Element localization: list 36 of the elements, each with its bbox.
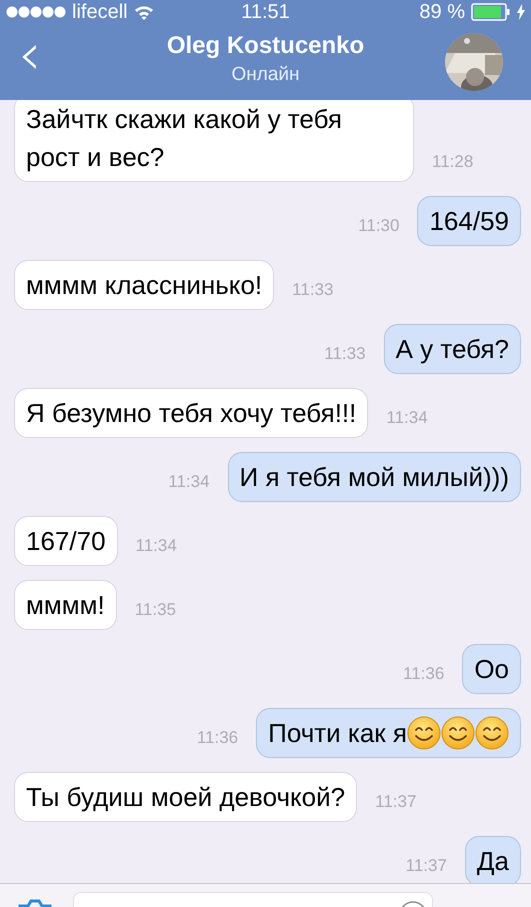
message-time: 11:34 — [168, 472, 210, 493]
back-button[interactable]: ‹ — [0, 25, 42, 83]
message-bubble: Ты будиш моей девочкой? — [14, 772, 358, 822]
contact-name: Oleg Kostucenko — [166, 32, 364, 60]
smiley-icon — [441, 716, 475, 750]
message-bubble: Оо — [462, 644, 521, 694]
smiley-icon — [407, 716, 441, 750]
message-time: 11:36 — [196, 728, 238, 749]
message-time: 11:34 — [136, 536, 177, 557]
message-time: 11:34 — [386, 408, 428, 429]
battery-icon — [471, 3, 511, 21]
charging-icon — [517, 4, 525, 20]
wifi-icon — [134, 4, 154, 20]
message-time: 11:28 — [432, 152, 474, 173]
message-time: 11:33 — [324, 344, 366, 365]
message-bubble: 167/70 — [14, 516, 118, 566]
message-bubble: мммм! — [14, 580, 117, 630]
message-time: 11:36 — [403, 664, 444, 685]
message-time: 11:33 — [292, 280, 334, 301]
signal-icon — [6, 6, 66, 18]
message-bubble: И я тебя мой милый))) — [228, 452, 521, 502]
message-time: 11:37 — [406, 856, 447, 877]
smiley-icon — [475, 716, 509, 750]
carrier-name: lifecell — [72, 0, 128, 24]
message-bubble: Я безумно тебя хочу тебя!!! — [14, 388, 368, 438]
message-time: 11:30 — [358, 216, 400, 237]
message-bubble: мммм класснинько! — [14, 260, 274, 310]
presence-status: Онлайн — [231, 64, 300, 86]
message-bubble: А у тебя? — [384, 324, 521, 374]
message-bubble: Да — [464, 836, 521, 886]
status-time: 11:51 — [241, 0, 290, 22]
battery-percent: 89 % — [419, 0, 465, 24]
message-time: 11:37 — [375, 792, 416, 813]
message-bubble: Почти как я — [256, 708, 521, 758]
message-time: 11:35 — [134, 600, 176, 621]
message-bubble: 164/59 — [417, 196, 521, 246]
